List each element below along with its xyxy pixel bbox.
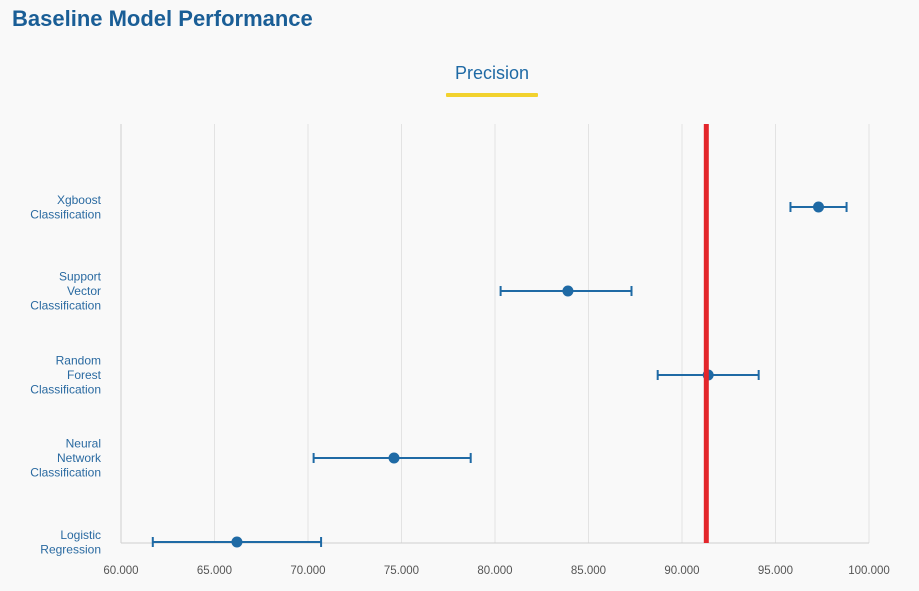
y-category-label: Xgboost <box>57 193 102 207</box>
y-category-label: Regression <box>40 542 101 556</box>
x-tick-label: 80.000 <box>477 565 512 577</box>
x-tick-label: 65.000 <box>197 565 232 577</box>
y-category-label: Support <box>59 270 102 284</box>
data-point <box>388 452 400 464</box>
data-point <box>813 201 825 213</box>
x-tick-label: 85.000 <box>571 565 606 577</box>
y-category-label: Random <box>56 354 101 368</box>
y-category-label: Classification <box>30 383 101 397</box>
x-tick-label: 60.000 <box>103 565 138 577</box>
x-tick-label: 75.000 <box>384 565 419 577</box>
y-category-label: Classification <box>30 466 101 480</box>
x-tick-label: 100.000 <box>848 565 890 577</box>
x-tick-label: 90.000 <box>664 565 699 577</box>
y-category-label: Classification <box>30 299 101 313</box>
data-point <box>231 536 243 548</box>
precision-chart: 60.000 65.000 70.000 75.000 80.000 85.000 90.0… <box>30 124 890 577</box>
y-category-label: Neural <box>66 437 101 451</box>
y-category-label: Logistic <box>60 528 101 542</box>
data-point <box>562 285 574 297</box>
y-category-label: Classification <box>30 207 101 221</box>
y-category-label: Vector <box>67 284 101 298</box>
x-tick-label: 70.000 <box>290 565 325 577</box>
y-category-label: Forest <box>67 368 102 382</box>
y-category-label: Network <box>57 451 102 465</box>
x-tick-label: 95.000 <box>758 565 793 577</box>
